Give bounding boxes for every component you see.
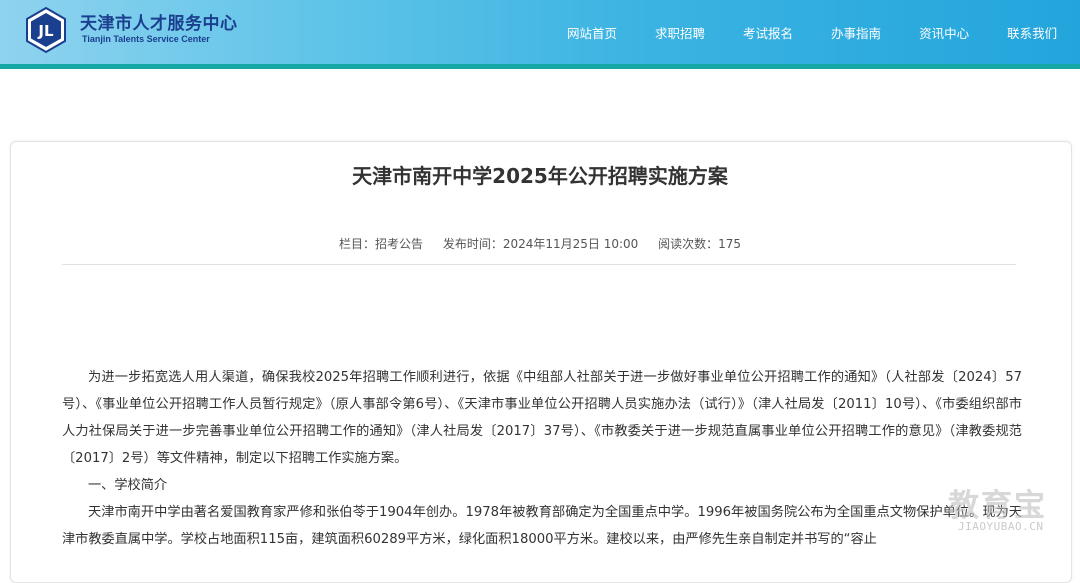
watermark: 教育宝 JIAOYUBAO.CN: [948, 480, 1078, 540]
title-divider: [62, 264, 1016, 265]
nav-home[interactable]: 网站首页: [548, 0, 636, 66]
school-intro-paragraph: 天津市南开中学由著名爱国教育家严修和张伯苓于1904年创办。1978年被教育部确…: [62, 505, 1022, 547]
header-accent-bar: [0, 64, 1080, 69]
site-header: JL 天津市人才服务中心 Tianjin Talents Service Cen…: [0, 0, 1080, 66]
article-body: 为进一步拓宽选人用人渠道，确保我校2025年招聘工作顺利进行，依据《中组部人社部…: [62, 364, 1022, 553]
article-meta: 栏目：招考公告 发布时间：2024年11月25日 10:00 阅读次数：175: [0, 235, 1080, 252]
meta-column: 栏目：招考公告: [338, 237, 423, 251]
section-heading: 一、学校简介: [88, 478, 168, 493]
intro-paragraph: 为进一步拓宽选人用人渠道，确保我校2025年招聘工作顺利进行，依据《中组部人社部…: [62, 370, 1022, 466]
brand-name-en: Tianjin Talents Service Center: [82, 34, 210, 44]
nav-contact[interactable]: 联系我们: [988, 0, 1076, 66]
meta-published: 发布时间：2024年11月25日 10:00: [442, 237, 639, 251]
watermark-cn: 教育宝: [948, 488, 1047, 524]
logo-text: JL: [37, 22, 54, 40]
meta-views: 阅读次数：175: [658, 237, 742, 251]
article-title: 天津市南开中学2025年公开招聘实施方案: [352, 164, 728, 188]
nav-news[interactable]: 资讯中心: [900, 0, 988, 66]
nav-service-guide[interactable]: 办事指南: [812, 0, 900, 66]
site-logo-icon[interactable]: JL: [22, 6, 70, 54]
nav-jobs[interactable]: 求职招聘: [636, 0, 724, 66]
nav-exam-registration[interactable]: 考试报名: [724, 0, 812, 66]
main-nav: 网站首页 求职招聘 考试报名 办事指南 资讯中心 联系我们: [548, 0, 1076, 66]
watermark-en: JIAOYUBAO.CN: [958, 520, 1044, 533]
brand-name-cn[interactable]: 天津市人才服务中心: [80, 9, 238, 34]
